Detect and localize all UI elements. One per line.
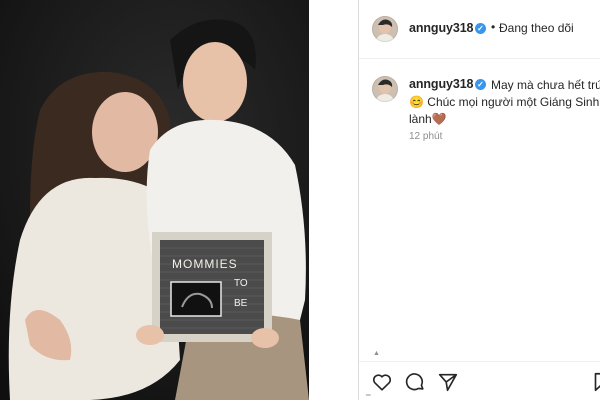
caption-avatar-ring bbox=[372, 76, 398, 102]
action-row-marker-icon: ▔ bbox=[366, 396, 371, 402]
caption-line-2: 😊 Chúc mọi người một Giáng Sinh a bbox=[409, 95, 600, 109]
post-caption: annguy318 ✓ May mà chưa hết trứn 😊 Chúc … bbox=[359, 58, 600, 358]
verified-badge-icon: ✓ bbox=[475, 23, 486, 34]
board-text-be: BE bbox=[234, 298, 248, 309]
bookmark-icon bbox=[594, 372, 600, 392]
header-separator: • bbox=[491, 20, 496, 34]
comment-icon bbox=[405, 373, 424, 391]
heart-icon bbox=[372, 374, 392, 391]
author-username[interactable]: annguy318 bbox=[409, 21, 474, 35]
caption-author-avatar[interactable] bbox=[372, 76, 398, 102]
scroll-indicator-icon: ▲ bbox=[373, 350, 380, 357]
caption-line-1: May mà chưa hết trứn bbox=[409, 77, 600, 94]
caption-text: May mà chưa hết trứn 😊 Chúc mọi người mộ… bbox=[409, 77, 600, 128]
post-header: annguy318 ✓ • Đang theo dõi bbox=[359, 0, 600, 59]
post-photo-illustration: MOMMIES TO BE bbox=[0, 0, 309, 400]
caption-line-1-text: May mà chưa hết trứn bbox=[491, 78, 600, 92]
follow-status-button[interactable]: Đang theo dõi bbox=[499, 21, 574, 35]
avatar-ring bbox=[372, 16, 398, 42]
share-button[interactable] bbox=[437, 371, 459, 393]
actions-divider bbox=[359, 361, 600, 362]
board-text-to: TO bbox=[234, 278, 248, 289]
board-text-mommies: MOMMIES bbox=[172, 257, 238, 271]
author-avatar[interactable] bbox=[372, 16, 398, 42]
paper-plane-icon bbox=[438, 373, 458, 392]
post-timestamp[interactable]: 12 phút bbox=[409, 131, 442, 142]
comment-button[interactable] bbox=[404, 371, 426, 393]
post-photo[interactable]: MOMMIES TO BE bbox=[0, 0, 309, 400]
save-button[interactable] bbox=[590, 371, 600, 393]
caption-line-3: lành🤎 bbox=[409, 112, 447, 126]
like-button[interactable] bbox=[371, 371, 393, 393]
